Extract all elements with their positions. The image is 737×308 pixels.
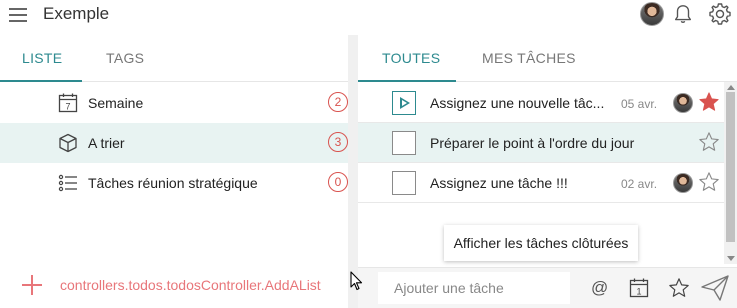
list-item-a-trier[interactable]: A trier 3: [0, 123, 348, 163]
calendar-icon: 7: [58, 93, 78, 113]
task-in-progress-checkbox[interactable]: [392, 91, 416, 115]
tab-tags[interactable]: TAGS: [106, 50, 144, 66]
send-icon[interactable]: [700, 274, 730, 302]
star-outline-icon[interactable]: [698, 171, 720, 193]
scroll-thumb[interactable]: [726, 92, 735, 242]
count-badge: 0: [328, 172, 348, 192]
assignee-avatar[interactable]: [673, 93, 693, 113]
task-checkbox[interactable]: [392, 171, 416, 195]
list-item-label: A trier: [88, 135, 125, 151]
task-row[interactable]: Assignez une nouvelle tâc... 05 avr.: [358, 83, 724, 123]
count-badge: 3: [328, 132, 348, 152]
gear-icon[interactable]: [708, 2, 732, 26]
calendar-icon[interactable]: 1: [629, 278, 649, 298]
right-tab-bar: TOUTES MES TÂCHES: [358, 35, 737, 82]
hamburger-menu-icon[interactable]: [9, 5, 29, 25]
active-tab-indicator: [358, 80, 456, 82]
task-title: Préparer le point à l'ordre du jour: [430, 135, 635, 151]
app-title: Exemple: [43, 4, 110, 23]
list-item-semaine[interactable]: 7 Semaine 2: [0, 83, 348, 123]
task-list-scrollbar[interactable]: [724, 82, 737, 264]
tab-toutes[interactable]: TOUTES: [382, 50, 440, 66]
panel-divider[interactable]: [348, 35, 358, 308]
add-task-bar: @ 1: [358, 267, 737, 308]
svg-text:7: 7: [65, 102, 70, 112]
list-item-taches-reunion[interactable]: Tâches réunion stratégique 0: [0, 163, 348, 203]
mouse-cursor-icon: [350, 271, 363, 291]
task-date: 02 avr.: [621, 177, 658, 191]
tab-mes-taches[interactable]: MES TÂCHES: [482, 50, 576, 66]
task-checkbox[interactable]: [392, 131, 416, 155]
tab-liste[interactable]: LISTE: [22, 50, 62, 66]
list-icon: [58, 174, 77, 192]
user-avatar[interactable]: [640, 2, 664, 26]
add-task-input[interactable]: [378, 272, 570, 304]
scroll-up-icon[interactable]: [727, 85, 735, 90]
task-row[interactable]: Assignez une tâche !!! 02 avr.: [358, 163, 724, 203]
task-date: 05 avr.: [621, 97, 658, 111]
task-title: Assignez une tâche !!!: [430, 175, 568, 191]
show-closed-tasks-button[interactable]: Afficher les tâches clôturées: [444, 225, 638, 261]
star-outline-icon[interactable]: [698, 131, 720, 153]
list-item-label: Tâches réunion stratégique: [88, 175, 258, 191]
lists-panel: LISTE TAGS 7 Semaine 2 A trier 3 Tâches …: [0, 35, 348, 308]
add-list-label: controllers.todos.todosController.AddALi…: [60, 277, 321, 293]
star-outline-icon[interactable]: [668, 277, 690, 299]
scroll-down-icon[interactable]: [727, 256, 735, 261]
active-tab-indicator: [0, 80, 82, 82]
list-item-label: Semaine: [88, 95, 144, 111]
svg-text:1: 1: [636, 287, 641, 297]
left-tab-bar: LISTE TAGS: [0, 35, 348, 82]
task-row[interactable]: Préparer le point à l'ordre du jour: [358, 123, 724, 163]
top-bar: Exemple: [0, 0, 737, 31]
tasks-panel: TOUTES MES TÂCHES Assignez une nouvelle …: [358, 35, 737, 308]
plus-icon: [22, 275, 42, 295]
bell-icon[interactable]: [672, 2, 694, 26]
count-badge: 2: [328, 92, 348, 112]
assignee-avatar[interactable]: [673, 173, 693, 193]
cube-icon: [59, 133, 77, 153]
mention-button[interactable]: @: [591, 278, 608, 298]
star-filled-icon[interactable]: [698, 91, 720, 113]
task-title: Assignez une nouvelle tâc...: [430, 95, 605, 111]
